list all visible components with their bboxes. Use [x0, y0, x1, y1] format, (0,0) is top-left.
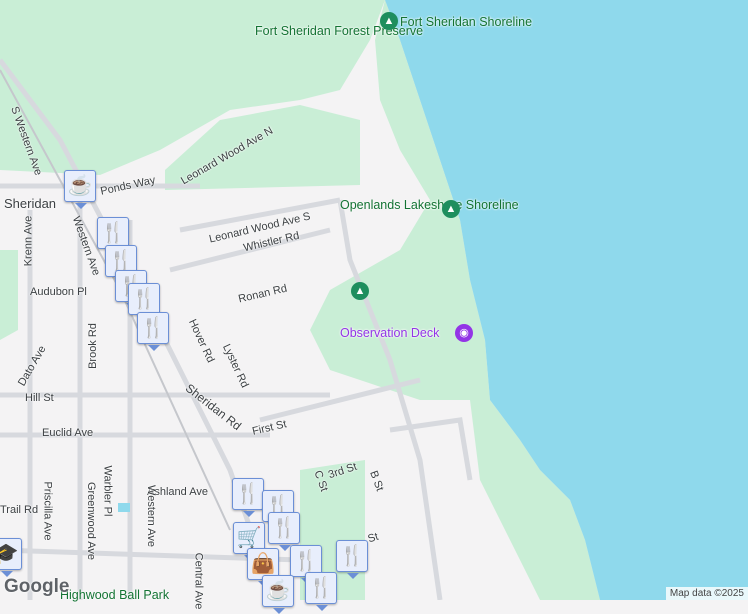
- attribution[interactable]: Map data ©2025: [665, 587, 748, 600]
- shopping-bag-icon: 👜: [250, 553, 276, 575]
- restaurant-marker[interactable]: 🍴: [305, 572, 337, 611]
- coffee-icon: ☕: [265, 580, 291, 602]
- school-icon: 🎓: [0, 543, 19, 565]
- restaurant-marker[interactable]: 🍴: [268, 512, 300, 551]
- coffee-marker[interactable]: ☕: [64, 170, 96, 209]
- restaurant-icon: 🍴: [293, 550, 319, 572]
- restaurant-icon: 🍴: [308, 577, 334, 599]
- street-label: Warbler Pl: [101, 465, 114, 517]
- left-park: [0, 250, 18, 340]
- google-logo: Google: [4, 576, 70, 597]
- restaurant-marker[interactable]: 🍴: [232, 478, 264, 517]
- street-label: Audubon Pl: [30, 286, 87, 298]
- street-label: Priscilla Ave: [41, 481, 54, 541]
- restaurant-marker[interactable]: 🍴: [128, 283, 160, 322]
- restaurant-icon: 🍴: [131, 288, 157, 310]
- park-label[interactable]: Fort Sheridan Shoreline: [400, 15, 532, 29]
- park-label[interactable]: Fort Sheridan Forest Preserve: [255, 24, 423, 38]
- camera-icon[interactable]: ◉: [455, 324, 473, 342]
- street-label: Hill St: [25, 392, 54, 404]
- coffee-icon: ☕: [67, 175, 93, 197]
- restaurant-icon: 🍴: [140, 317, 166, 339]
- restaurant-icon: 🍴: [235, 483, 261, 505]
- shopping-cart-icon: 🛒: [236, 527, 262, 549]
- poi-label[interactable]: Observation Deck: [340, 326, 439, 340]
- street-label: Krenn Ave: [22, 215, 35, 267]
- park-label[interactable]: Openlands Lakeshore Shoreline: [340, 198, 519, 212]
- restaurant-marker[interactable]: 🍴: [137, 312, 169, 351]
- restaurant-icon: 🍴: [339, 545, 365, 567]
- street-label: Euclid Ave: [42, 427, 94, 439]
- restaurant-icon: 🍴: [271, 517, 297, 539]
- coffee-marker[interactable]: ☕: [262, 575, 294, 614]
- street-label: Central Ave: [192, 552, 205, 610]
- park-icon[interactable]: ▲: [380, 12, 398, 30]
- street-label: Brook Rd: [86, 323, 99, 369]
- restaurant-icon: 🍴: [108, 250, 134, 272]
- school-marker[interactable]: 🎓: [0, 538, 22, 577]
- street-label: Greenwood Ave: [85, 481, 98, 561]
- restaurant-marker[interactable]: 🍴: [336, 540, 368, 579]
- restaurant-icon: 🍴: [100, 222, 126, 244]
- street-label: Trail Rd: [0, 504, 39, 516]
- park-icon[interactable]: ▲: [351, 282, 369, 300]
- park-icon[interactable]: ▲: [442, 200, 460, 218]
- station-label[interactable]: Sheridan: [4, 196, 56, 211]
- street-label: Western Ave: [144, 485, 157, 547]
